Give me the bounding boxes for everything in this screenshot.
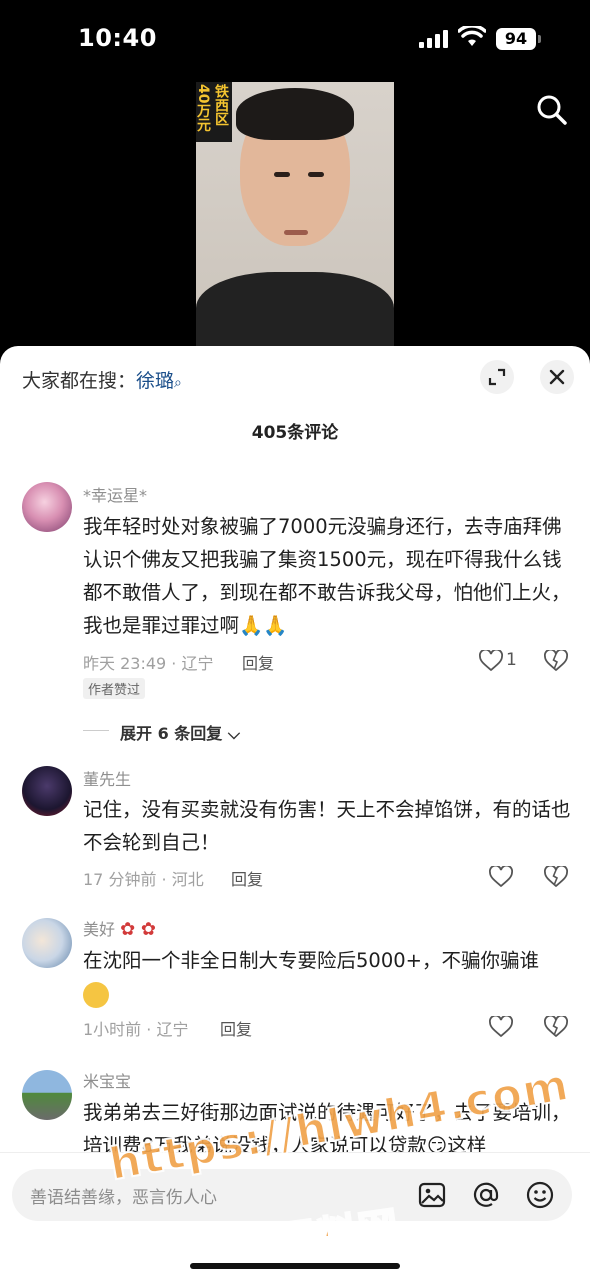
hot-search-label: 大家都在搜： — [22, 370, 137, 392]
video-banner-text: 铁西区40万元 — [196, 82, 232, 142]
video-person-shirt — [196, 272, 394, 346]
status-time: 10:40 — [78, 24, 157, 52]
author-liked-badge: 作者赞过 — [83, 678, 146, 699]
comment-meta: 昨天 23:49 · 辽宁 — [83, 654, 214, 673]
hot-search-keyword[interactable]: 徐璐 — [136, 370, 174, 392]
signal-icon — [419, 30, 448, 48]
avatar[interactable] — [22, 766, 72, 816]
like-count: 1 — [506, 650, 517, 670]
reply-button[interactable]: 回复 — [231, 866, 263, 890]
comment-username[interactable]: 米宝宝 — [83, 1068, 131, 1092]
like-icon[interactable] — [489, 1016, 513, 1038]
video-person-eye — [308, 172, 324, 177]
image-icon[interactable] — [418, 1181, 446, 1209]
wifi-icon — [458, 26, 486, 46]
search-icon: ⌕ — [174, 375, 182, 391]
comment-text-body: 在沈阳一个非全日制大专要险后5000+，不骗你骗谁 — [83, 949, 539, 972]
video-player[interactable]: 铁西区40万元 — [196, 82, 394, 346]
reply-button[interactable]: 回复 — [242, 650, 274, 674]
comment-meta: 1小时前 · 辽宁 — [83, 1020, 189, 1039]
comment-text: 我年轻时处对象被骗了7000元没骗身还行，去寺庙拜佛认识个佛友又把我骗了集资15… — [83, 515, 571, 637]
comment-username-text: 美好 — [83, 920, 116, 939]
video-person-mouth — [284, 230, 308, 235]
avatar[interactable] — [22, 482, 72, 532]
comment-count-title: 405条评论 — [251, 423, 339, 443]
expand-replies-label: 展开 6 条回复 — [120, 724, 223, 743]
avatar[interactable] — [22, 918, 72, 968]
battery-indicator: 94 — [496, 28, 541, 50]
comment-text: 在沈阳一个非全日制大专要险后5000+，不骗你骗谁 — [83, 944, 573, 1010]
comment-username[interactable]: *幸运星* — [83, 482, 147, 506]
like-icon[interactable] — [489, 866, 513, 888]
expand-icon — [488, 368, 506, 386]
dislike-icon[interactable] — [544, 866, 568, 888]
comment-meta: 17 分钟前 · 河北 — [83, 870, 204, 889]
comment-username[interactable]: 美好 ✿ ✿ — [83, 916, 156, 940]
search-icon[interactable] — [536, 94, 568, 126]
comment-username[interactable]: 董先生 — [83, 766, 131, 790]
emoji-icon[interactable] — [526, 1181, 554, 1209]
expand-button[interactable] — [480, 360, 514, 394]
video-person-eye — [274, 172, 290, 177]
close-icon — [549, 369, 565, 385]
chevron-down-icon: ⌵ — [227, 724, 240, 743]
reply-button[interactable]: 回复 — [220, 1016, 252, 1040]
flower-icon: ✿ ✿ — [120, 919, 156, 940]
video-person-hair — [236, 88, 354, 140]
hot-search[interactable]: 大家都在搜：徐璐⌕ — [22, 366, 182, 393]
status-bar: 10:40 94 — [0, 0, 590, 80]
close-button[interactable] — [540, 360, 574, 394]
divider — [83, 730, 109, 731]
dislike-icon[interactable] — [544, 1016, 568, 1038]
at-icon[interactable] — [472, 1181, 500, 1209]
avatar[interactable] — [22, 1070, 72, 1120]
expand-replies-button[interactable]: 展开 6 条回复 ⌵ — [120, 720, 240, 744]
comment-text: 记住，没有买卖就没有伤害！天上不会掉馅饼，有的话也不会轮到自己！ — [83, 798, 571, 854]
emoji-icon — [83, 981, 109, 1008]
dislike-icon[interactable] — [544, 650, 568, 672]
like-icon[interactable] — [479, 650, 503, 672]
